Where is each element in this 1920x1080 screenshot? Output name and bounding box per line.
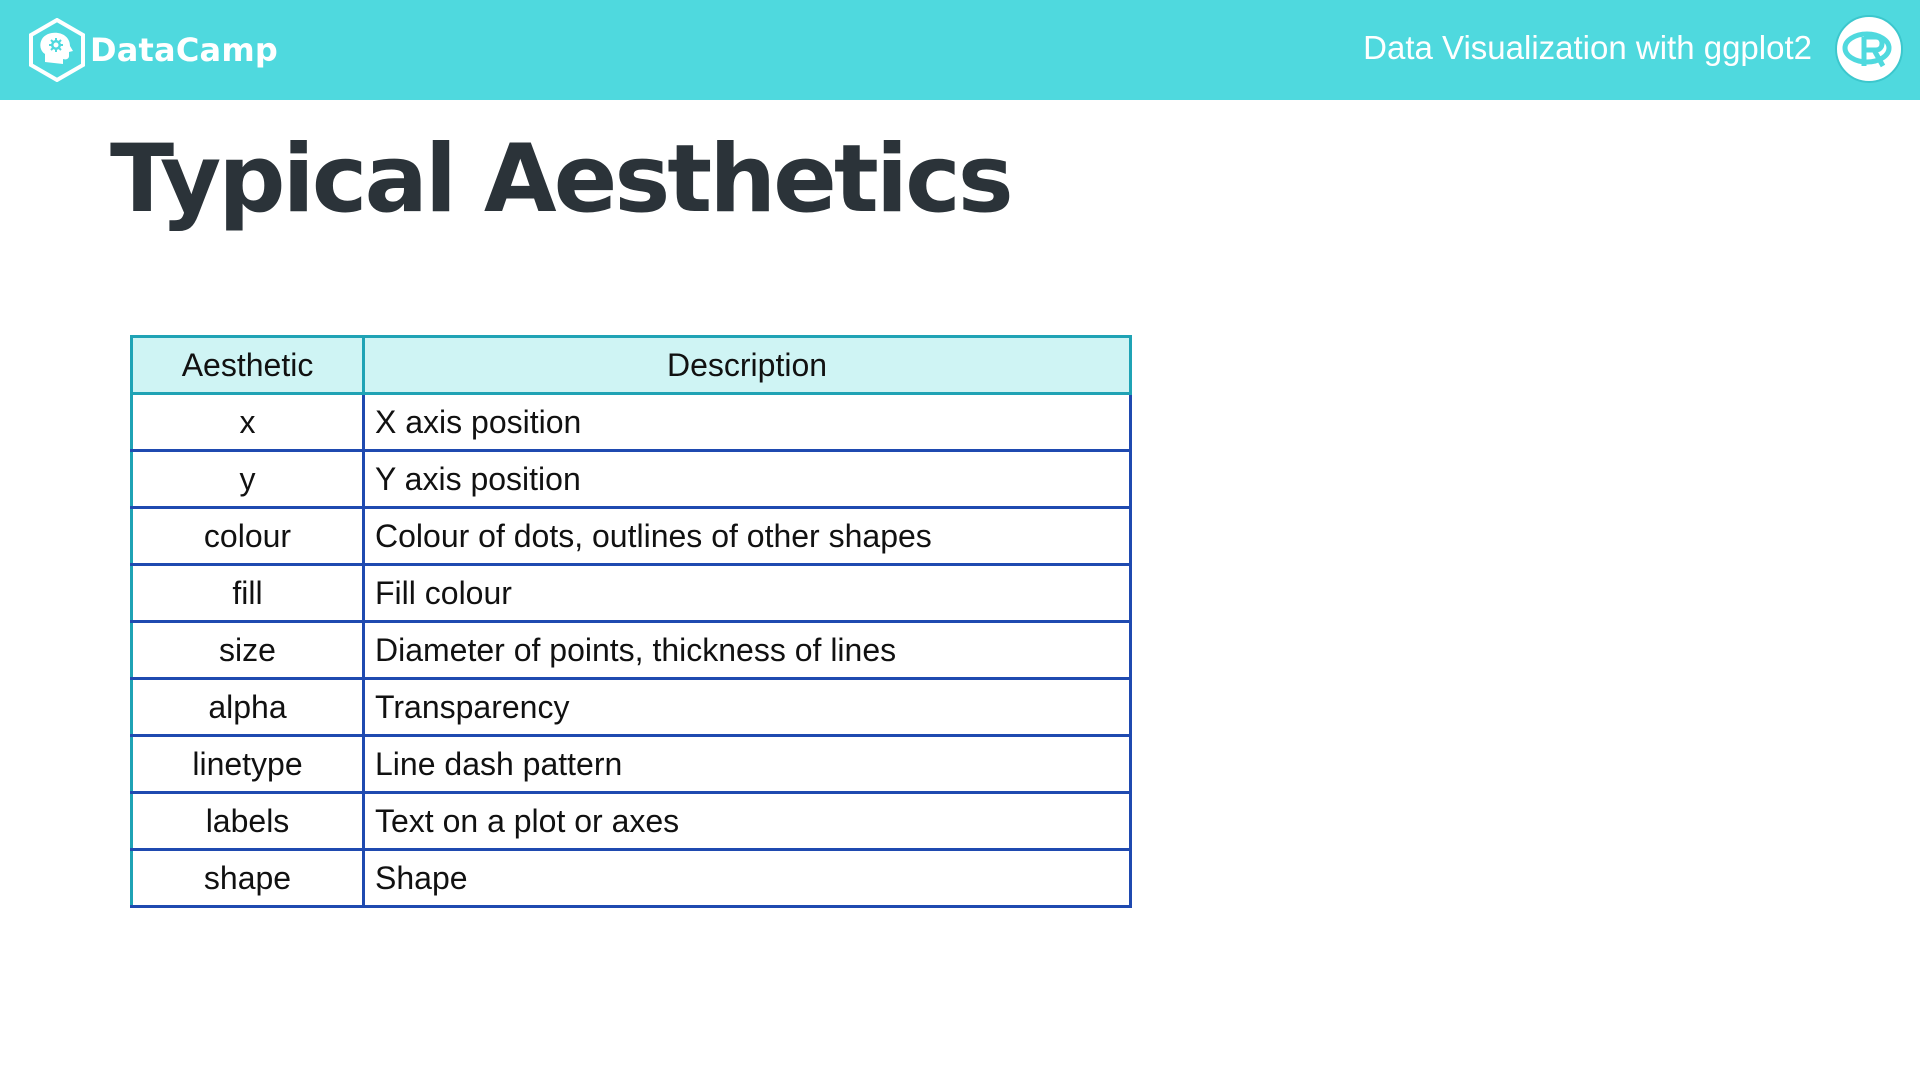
table-header-row: Aesthetic Description xyxy=(130,335,1132,395)
table-row: size Diameter of points, thickness of li… xyxy=(130,620,1132,680)
column-header-description: Description xyxy=(362,335,1132,395)
description-cell: Line dash pattern xyxy=(362,734,1132,794)
description-cell: Y axis position xyxy=(362,449,1132,509)
brand: DataCamp xyxy=(28,18,278,82)
table-row: x X axis position xyxy=(130,392,1132,452)
table-row: y Y axis position xyxy=(130,449,1132,509)
aesthetic-cell: size xyxy=(130,620,365,680)
table-row: fill Fill colour xyxy=(130,563,1132,623)
aesthetic-cell: colour xyxy=(130,506,365,566)
table-row: linetype Line dash pattern xyxy=(130,734,1132,794)
aesthetic-cell: labels xyxy=(130,791,365,851)
page-title: Typical Aesthetics xyxy=(110,125,1014,234)
aesthetic-cell: fill xyxy=(130,563,365,623)
description-cell: Transparency xyxy=(362,677,1132,737)
aesthetic-cell: x xyxy=(130,392,365,452)
aesthetic-cell: y xyxy=(130,449,365,509)
course-title: Data Visualization with ggplot2 xyxy=(1363,29,1812,66)
table-row: shape Shape xyxy=(130,848,1132,908)
brand-name: DataCamp xyxy=(90,31,278,69)
table-row: alpha Transparency xyxy=(130,677,1132,737)
table-row: labels Text on a plot or axes xyxy=(130,791,1132,851)
aesthetic-cell: alpha xyxy=(130,677,365,737)
table-row: colour Colour of dots, outlines of other… xyxy=(130,506,1132,566)
description-cell: Diameter of points, thickness of lines xyxy=(362,620,1132,680)
description-cell: X axis position xyxy=(362,392,1132,452)
column-header-aesthetic: Aesthetic xyxy=(130,335,365,395)
description-cell: Text on a plot or axes xyxy=(362,791,1132,851)
aesthetic-cell: linetype xyxy=(130,734,365,794)
aesthetic-cell: shape xyxy=(130,848,365,908)
description-cell: Colour of dots, outlines of other shapes xyxy=(362,506,1132,566)
top-banner: DataCamp Data Visualization with ggplot2 xyxy=(0,0,1920,100)
aesthetics-table: Aesthetic Description x X axis position … xyxy=(130,335,1132,908)
datacamp-hexagon-icon xyxy=(29,18,85,82)
description-cell: Fill colour xyxy=(362,563,1132,623)
r-language-icon xyxy=(1835,15,1903,83)
description-cell: Shape xyxy=(362,848,1132,908)
